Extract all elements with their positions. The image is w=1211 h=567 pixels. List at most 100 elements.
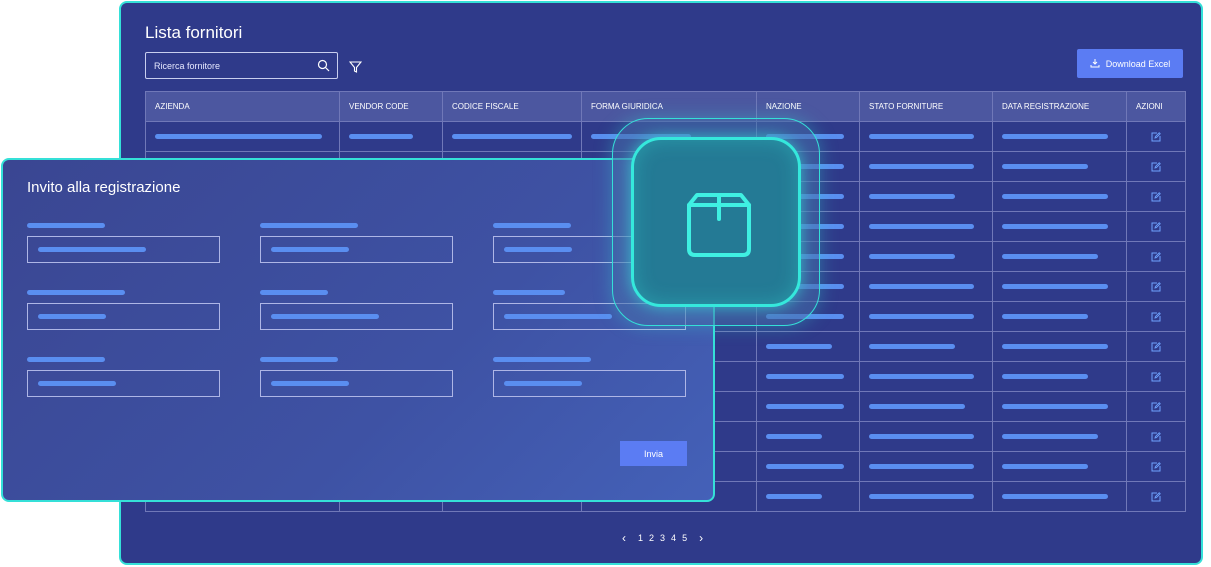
field-label bbox=[260, 290, 328, 295]
placeholder-bar bbox=[869, 284, 974, 289]
edit-icon[interactable] bbox=[1151, 281, 1161, 292]
search-placeholder: Ricerca fornitore bbox=[154, 61, 221, 71]
table-cell bbox=[992, 481, 1127, 512]
actions-cell bbox=[1126, 421, 1186, 452]
chevron-right-icon[interactable]: › bbox=[699, 531, 703, 545]
form-field[interactable] bbox=[260, 370, 453, 397]
field-label bbox=[27, 357, 105, 362]
col-codice-fiscale[interactable]: CODICE FISCALE bbox=[442, 91, 582, 122]
placeholder-bar bbox=[1002, 344, 1108, 349]
actions-cell bbox=[1126, 481, 1186, 512]
table-cell bbox=[859, 331, 993, 362]
table-cell bbox=[859, 181, 993, 212]
form-field[interactable] bbox=[27, 303, 220, 330]
edit-icon[interactable] bbox=[1151, 401, 1161, 412]
form-field[interactable] bbox=[27, 236, 220, 263]
edit-icon[interactable] bbox=[1151, 221, 1161, 232]
table-cell bbox=[756, 421, 860, 452]
edit-icon[interactable] bbox=[1151, 461, 1161, 472]
field-label bbox=[260, 223, 358, 228]
col-forma-giuridica[interactable]: FORMA GIURIDICA bbox=[581, 91, 757, 122]
page-title: Lista fornitori bbox=[145, 23, 243, 42]
placeholder-bar bbox=[766, 404, 844, 409]
edit-icon[interactable] bbox=[1151, 491, 1161, 502]
placeholder-bar bbox=[155, 134, 322, 139]
search-icon[interactable] bbox=[317, 59, 330, 77]
field-label bbox=[493, 357, 591, 362]
actions-cell bbox=[1126, 241, 1186, 272]
table-cell bbox=[859, 361, 993, 392]
placeholder-bar bbox=[1002, 464, 1088, 469]
actions-cell bbox=[1126, 151, 1186, 182]
field-label bbox=[260, 357, 338, 362]
form-field[interactable] bbox=[260, 303, 453, 330]
col-azienda[interactable]: AZIENDA bbox=[145, 91, 340, 122]
field-label bbox=[493, 223, 571, 228]
placeholder-bar bbox=[869, 224, 974, 229]
placeholder-bar bbox=[1002, 374, 1088, 379]
placeholder-bar bbox=[869, 464, 974, 469]
field-label bbox=[27, 223, 105, 228]
col-data-registrazione[interactable]: DATA REGISTRAZIONE bbox=[992, 91, 1127, 122]
page-5[interactable]: 5 bbox=[682, 533, 687, 543]
placeholder-bar bbox=[1002, 434, 1098, 439]
search-input[interactable]: Ricerca fornitore bbox=[145, 52, 338, 79]
placeholder-bar bbox=[452, 134, 572, 139]
actions-cell bbox=[1126, 361, 1186, 392]
form-field[interactable] bbox=[260, 236, 453, 263]
send-button[interactable]: Invia bbox=[620, 441, 687, 466]
placeholder-bar bbox=[869, 434, 974, 439]
table-cell bbox=[992, 211, 1127, 242]
page-3[interactable]: 3 bbox=[660, 533, 665, 543]
page-1[interactable]: 1 bbox=[638, 533, 643, 543]
edit-icon[interactable] bbox=[1151, 131, 1161, 142]
filter-icon[interactable] bbox=[348, 60, 363, 78]
edit-icon[interactable] bbox=[1151, 431, 1161, 442]
col-nazione[interactable]: NAZIONE bbox=[756, 91, 860, 122]
invite-panel: Invito alla registrazione Invia bbox=[1, 158, 715, 502]
field-label bbox=[27, 290, 125, 295]
page-4[interactable]: 4 bbox=[671, 533, 676, 543]
placeholder-bar bbox=[869, 494, 974, 499]
form-field[interactable] bbox=[493, 370, 686, 397]
invite-title: Invito alla registrazione bbox=[27, 179, 181, 196]
table-cell bbox=[442, 121, 582, 152]
table-cell bbox=[992, 331, 1127, 362]
table-cell bbox=[756, 391, 860, 422]
placeholder-bar bbox=[766, 434, 822, 439]
edit-icon[interactable] bbox=[1151, 161, 1161, 172]
col-vendor-code[interactable]: VENDOR CODE bbox=[339, 91, 443, 122]
table-cell bbox=[992, 271, 1127, 302]
col-azioni: AZIONI bbox=[1126, 91, 1186, 122]
form-field[interactable] bbox=[27, 370, 220, 397]
table-cell bbox=[992, 151, 1127, 182]
table-cell bbox=[859, 211, 993, 242]
placeholder-bar bbox=[1002, 404, 1108, 409]
placeholder-bar bbox=[766, 374, 844, 379]
placeholder-bar bbox=[1002, 314, 1088, 319]
actions-cell bbox=[1126, 271, 1186, 302]
edit-icon[interactable] bbox=[1151, 191, 1161, 202]
chevron-left-icon[interactable]: ‹ bbox=[622, 531, 626, 545]
table-cell bbox=[992, 301, 1127, 332]
col-stato-forniture[interactable]: STATO FORNITURE bbox=[859, 91, 993, 122]
box-badge-inner bbox=[631, 137, 801, 307]
download-excel-button[interactable]: Download Excel bbox=[1077, 49, 1183, 78]
table-cell bbox=[859, 481, 993, 512]
table-cell bbox=[992, 121, 1127, 152]
table-cell bbox=[859, 391, 993, 422]
box-icon bbox=[687, 193, 751, 257]
edit-icon[interactable] bbox=[1151, 251, 1161, 262]
placeholder-bar bbox=[869, 164, 974, 169]
edit-icon[interactable] bbox=[1151, 341, 1161, 352]
field-label bbox=[493, 290, 565, 295]
actions-cell bbox=[1126, 391, 1186, 422]
page-2[interactable]: 2 bbox=[649, 533, 654, 543]
placeholder-bar bbox=[766, 464, 844, 469]
placeholder-bar bbox=[1002, 134, 1108, 139]
download-label: Download Excel bbox=[1105, 58, 1171, 69]
edit-icon[interactable] bbox=[1151, 371, 1161, 382]
edit-icon[interactable] bbox=[1151, 311, 1161, 322]
table-cell bbox=[756, 481, 860, 512]
table-cell bbox=[339, 121, 443, 152]
